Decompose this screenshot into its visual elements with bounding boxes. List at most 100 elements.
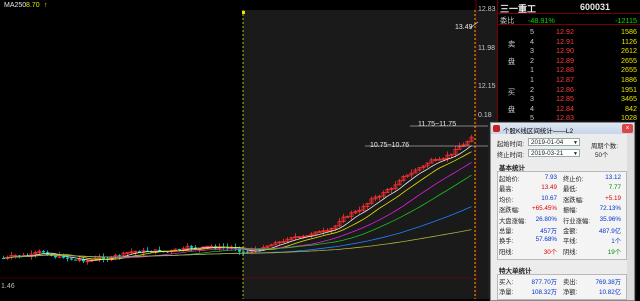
scrollbar[interactable]	[627, 134, 634, 300]
volume: 842	[625, 103, 637, 113]
stat-value: 13.49	[541, 184, 557, 192]
price-tick-4: 0.18	[478, 112, 492, 119]
orderbook-row[interactable]: 5 12.92 1586	[498, 27, 640, 36]
candle-body	[54, 255, 57, 258]
start-date-value: 2019-01-04	[531, 139, 564, 146]
stat-label: 振幅:	[563, 207, 578, 215]
stat-label: 终止价:	[563, 176, 584, 183]
start-date-select[interactable]: 2019-01-04 ▼	[528, 138, 580, 146]
special-value: 769.38万	[595, 279, 621, 286]
ma250-label: MA250	[4, 2, 27, 9]
orderbook-row[interactable]: 3 12.90 2612	[498, 46, 640, 55]
level: 2	[530, 55, 534, 65]
special-label: 净额:	[563, 289, 578, 297]
price-tick-1: 12.83	[478, 6, 496, 13]
stat-label: 换手:	[499, 238, 514, 246]
price: 12.87	[556, 75, 574, 84]
dialog-titlebar[interactable]: 个股K线区间统计——L2 ×	[491, 123, 634, 135]
level: 3	[530, 46, 534, 56]
stat-value: 57.68%	[535, 236, 557, 244]
stat-value: +5.19	[605, 194, 621, 202]
price: 12.84	[556, 103, 574, 113]
stat-value: 7.77	[608, 184, 621, 192]
candle-body	[118, 255, 121, 257]
price: 12.90	[556, 46, 574, 56]
candle-body	[190, 246, 193, 248]
price: 12.89	[556, 55, 574, 65]
quote-panel: 三一重工 600031 委比 -48.91% -12115 卖盘 买盘 5 12.…	[497, 0, 640, 124]
box-annotation-b: 10.75~10.76	[370, 142, 410, 149]
orderbook-row[interactable]: 3 12.85 3465	[498, 94, 640, 103]
price: 12.92	[556, 27, 574, 36]
candle-body	[178, 249, 181, 251]
orderbook-row[interactable]: 4 12.84 842	[498, 104, 640, 113]
orderbook-row[interactable]: 1 12.87 1886	[498, 75, 640, 84]
box-annotation-a: 11.75~11.75	[418, 121, 457, 128]
volume: 1886	[621, 75, 637, 84]
range-start-handle	[242, 11, 245, 14]
stat-value: 30个	[543, 248, 557, 256]
end-date-select[interactable]: 2019-03-21 ▼	[528, 149, 580, 157]
stock-code: 600031	[580, 2, 611, 12]
stat-value: 19个	[607, 248, 621, 256]
stat-label: 最高:	[499, 186, 514, 194]
special-value: 10.82亿	[598, 289, 621, 297]
ma250-arrow-icon: ↑	[44, 2, 48, 9]
stat-value: 13.12	[605, 174, 621, 181]
candle-body	[66, 257, 69, 259]
level: 1	[530, 65, 534, 75]
level: 5	[530, 27, 534, 36]
period-value: 50个	[595, 152, 609, 159]
level: 3	[530, 94, 534, 104]
ma250-value: 8.70	[26, 2, 40, 9]
price-tick-3: 12.15	[478, 83, 496, 90]
volume: 2612	[621, 46, 637, 56]
candle-body	[70, 258, 73, 260]
special-value: 108.32万	[531, 289, 557, 297]
volume: 2655	[621, 55, 637, 65]
price-tick-2: 11.98	[478, 45, 495, 52]
stat-value: 72.13%	[599, 205, 621, 213]
special-label: 净量:	[499, 289, 514, 297]
stat-label: 涨跌幅:	[499, 207, 520, 215]
price: 12.88	[556, 65, 574, 75]
level: 2	[530, 84, 534, 94]
special-label: 买入:	[499, 279, 514, 286]
volume: 3465	[621, 94, 637, 104]
orderbook-row[interactable]: 4 12.91 1126	[498, 37, 640, 46]
stat-label: 平线:	[563, 238, 578, 246]
stat-value: 457万	[540, 228, 557, 235]
level: 4	[530, 103, 534, 113]
chevron-down-icon: ▼	[573, 151, 578, 157]
stat-label: 起始价:	[499, 176, 520, 183]
orderbook-row[interactable]: 2 12.86 1951	[498, 85, 640, 94]
stat-value: 26.80%	[535, 215, 557, 223]
stat-label: 阳线:	[499, 248, 514, 256]
candle-body	[74, 259, 77, 261]
special-value: 877.70万	[531, 279, 557, 286]
orderbook-row[interactable]: 2 12.89 2655	[498, 56, 640, 65]
range-stats-dialog[interactable]: 个股K线区间统计——L2 × 起始时间: 2019-01-04 ▼ 终止时间: 2…	[490, 122, 635, 301]
stat-value: 7.93	[544, 174, 557, 181]
price-tag-left: 1.46	[1, 283, 15, 290]
start-label: 起始时间:	[497, 141, 524, 148]
end-date-value: 2019-03-21	[531, 150, 564, 157]
stat-label: 最低:	[563, 186, 578, 194]
orderbook-row[interactable]: 1 12.88 2655	[498, 65, 640, 74]
price: 12.85	[556, 94, 574, 104]
stat-value: 35.96%	[599, 215, 621, 223]
candle-body	[242, 251, 245, 253]
stat-label: 涨跌幅:	[563, 196, 584, 204]
special-label: 卖出:	[563, 279, 578, 286]
stat-value: 1个	[611, 238, 621, 246]
stat-label: 金额:	[563, 228, 578, 235]
volume: 1126	[621, 36, 637, 46]
stat-value: 487.9亿	[598, 228, 621, 235]
candle-body	[246, 251, 249, 253]
stat-label: 均价:	[499, 196, 514, 204]
dialog-title: 个股K线区间统计——L2	[503, 128, 574, 135]
price: 12.91	[556, 36, 574, 46]
period-label: 周期个数:	[591, 143, 618, 150]
volume: 1586	[621, 27, 637, 36]
close-icon[interactable]: ×	[622, 124, 633, 133]
